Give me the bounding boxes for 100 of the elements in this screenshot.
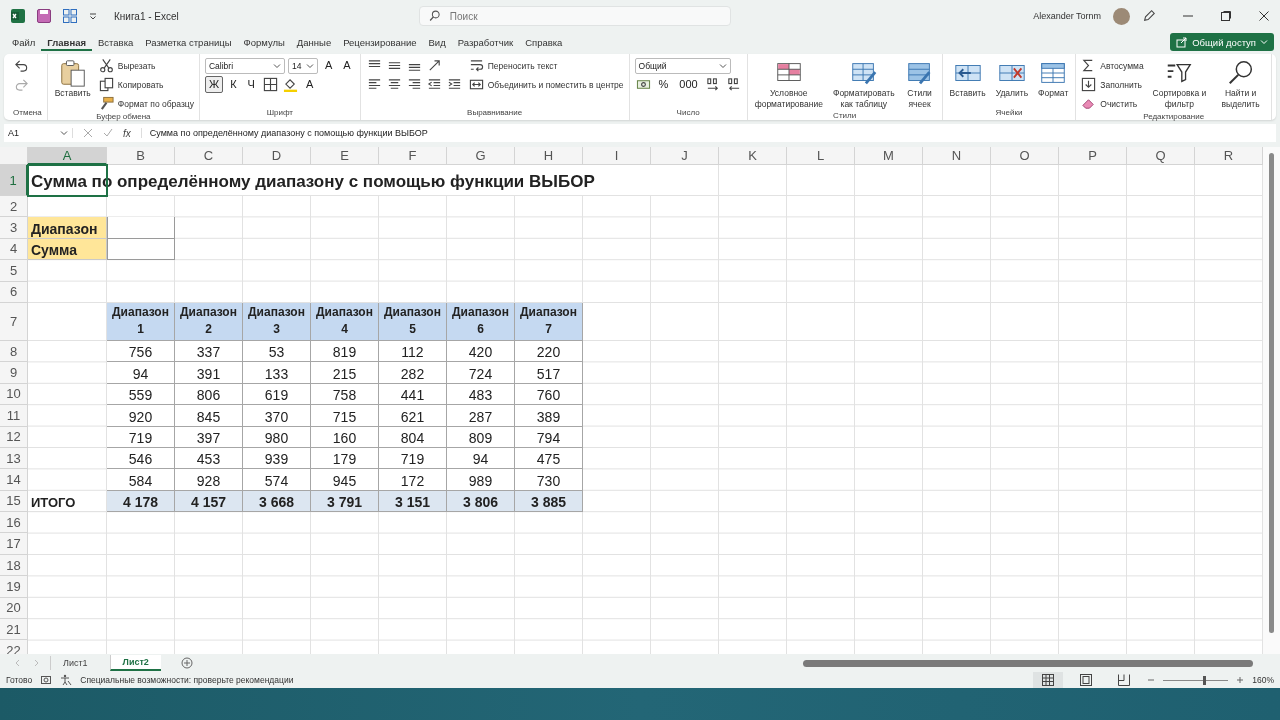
row-header[interactable]: 16 — [0, 512, 28, 534]
avatar[interactable] — [1113, 7, 1130, 25]
search-field[interactable]: Поиск — [418, 6, 731, 26]
row-header[interactable]: 18 — [0, 554, 28, 577]
dropdown[interactable]: Calibri — [204, 57, 285, 74]
ribbon-button[interactable]: Объединить и поместить в центре — [468, 77, 624, 92]
ribbon-button[interactable]: Переносить текст — [468, 58, 558, 73]
format-button[interactable]: К — [226, 76, 241, 93]
row-header[interactable]: 14 — [0, 469, 28, 491]
column-header[interactable]: K — [719, 147, 787, 165]
ribbon-button[interactable]: Сортировка и фильтр — [1149, 57, 1210, 111]
ribbon-button[interactable]: Форматировать как таблицу — [830, 57, 897, 111]
row-header[interactable]: 20 — [0, 597, 28, 620]
formula-field[interactable]: Сумма по определённому диапазону с помощью функции ВЫБОР — [140, 128, 1276, 138]
dropdown[interactable]: 14 — [287, 57, 318, 74]
ribbon-button[interactable]: Стили ячеек — [902, 57, 937, 111]
row-header[interactable]: 1 — [0, 165, 28, 196]
vertical-scrollbar[interactable] — [1263, 147, 1280, 654]
view-button[interactable] — [1033, 672, 1064, 688]
function-button[interactable]: fx — [123, 127, 131, 139]
ribbon-button[interactable]: Условное форматирование — [752, 57, 825, 111]
format-button[interactable]: A — [320, 57, 337, 74]
column-header[interactable]: B — [107, 147, 175, 165]
grid-icon — [62, 8, 78, 24]
name-box[interactable]: A1 — [4, 128, 73, 138]
row-header[interactable]: 21 — [0, 619, 28, 641]
row-header[interactable]: 10 — [0, 383, 28, 406]
row-header[interactable]: 12 — [0, 426, 28, 448]
row-header[interactable]: 5 — [0, 260, 28, 282]
menu-tab[interactable]: Вид — [422, 33, 452, 51]
format-button[interactable]: A — [301, 76, 318, 93]
column-header[interactable]: M — [855, 147, 923, 165]
ribbon-button[interactable]: Найти и выделить — [1215, 57, 1266, 111]
menu-tab[interactable]: Формулы — [237, 33, 291, 51]
format-button[interactable]: A — [339, 57, 355, 74]
icon-button[interactable] — [261, 76, 279, 93]
column-header[interactable]: N — [923, 147, 991, 165]
scrollbar-thumb[interactable] — [1269, 153, 1274, 633]
column-header[interactable]: H — [515, 147, 583, 165]
sheet-tab[interactable]: Лист1 — [50, 656, 100, 670]
format-button[interactable]: Ч — [243, 76, 259, 93]
menu-tab[interactable]: Разметка страницы — [139, 33, 238, 51]
share-button[interactable]: Общий доступ — [1170, 33, 1274, 51]
row-header[interactable]: 7 — [0, 302, 28, 341]
row-header[interactable]: 13 — [0, 447, 28, 470]
menu-tab[interactable]: Рецензирование — [337, 33, 423, 51]
column-header[interactable]: J — [651, 147, 719, 165]
column-header[interactable]: Q — [1127, 147, 1195, 165]
row-header[interactable]: 9 — [0, 362, 28, 384]
zoom-level: 160% — [1252, 675, 1274, 685]
format-button[interactable]: 000 — [675, 76, 702, 93]
ribbon-button[interactable]: Удалить — [993, 57, 1031, 100]
menu-tab[interactable]: Данные — [290, 33, 338, 51]
ribbon-button[interactable]: Вставить — [947, 57, 988, 100]
ribbon-button[interactable]: Вырезать — [98, 58, 156, 73]
column-header[interactable]: C — [175, 147, 243, 165]
table-cell: 719 — [107, 426, 175, 448]
ribbon-button[interactable]: Формат по образцу — [98, 96, 194, 111]
row-header[interactable]: 17 — [0, 533, 28, 555]
format-button[interactable]: Ж — [204, 76, 224, 93]
ribbon-button[interactable]: Копировать — [98, 77, 164, 92]
ribbon-button[interactable]: Очистить — [1081, 96, 1138, 111]
ribbon-button[interactable]: Формат — [1036, 57, 1071, 100]
align-center-icon — [386, 77, 402, 92]
ribbon-button[interactable]: Заполнить — [1081, 77, 1143, 92]
dropdown[interactable]: Общий — [634, 57, 731, 74]
column-header[interactable]: L — [787, 147, 855, 165]
menu-tab[interactable]: Разработчик — [451, 33, 520, 51]
ribbon-button[interactable]: Вставить — [52, 57, 93, 100]
column-header[interactable]: A — [28, 147, 107, 165]
menu-tab[interactable]: Главная — [41, 33, 92, 51]
table-cell: 370 — [243, 405, 311, 427]
sheet-tab[interactable]: Лист2 — [109, 655, 161, 671]
scrollbar-thumb[interactable] — [802, 659, 1253, 667]
column-header[interactable]: G — [447, 147, 515, 165]
row-header[interactable]: 19 — [0, 576, 28, 598]
add-sheet-icon — [180, 657, 193, 669]
ribbon-button[interactable]: Автосумма — [1081, 58, 1144, 73]
row-header[interactable]: 2 — [0, 196, 28, 218]
row-header[interactable]: 15 — [0, 490, 28, 513]
menu-tab[interactable]: Справка — [519, 33, 569, 51]
column-header[interactable]: R — [1195, 147, 1263, 165]
icon-button[interactable] — [281, 76, 299, 93]
row-header[interactable]: 3 — [0, 217, 28, 239]
table-cell: 546 — [107, 447, 175, 470]
column-header[interactable]: E — [311, 147, 379, 165]
column-header[interactable]: O — [991, 147, 1059, 165]
row-header[interactable]: 8 — [0, 340, 28, 363]
row-header[interactable]: 11 — [0, 405, 28, 427]
menu-tab[interactable]: Вставка — [92, 33, 140, 51]
format-button[interactable]: % — [654, 76, 673, 93]
menu-tab[interactable]: Файл — [6, 33, 42, 51]
column-header[interactable]: D — [243, 147, 311, 165]
row-header[interactable]: 4 — [0, 238, 28, 261]
column-header[interactable]: P — [1059, 147, 1127, 165]
column-header[interactable]: F — [379, 147, 447, 165]
column-header[interactable]: I — [583, 147, 651, 165]
group-label: Буфер обмена — [95, 112, 152, 123]
row-header[interactable]: 6 — [0, 281, 28, 303]
slider-thumb[interactable] — [1202, 675, 1206, 685]
